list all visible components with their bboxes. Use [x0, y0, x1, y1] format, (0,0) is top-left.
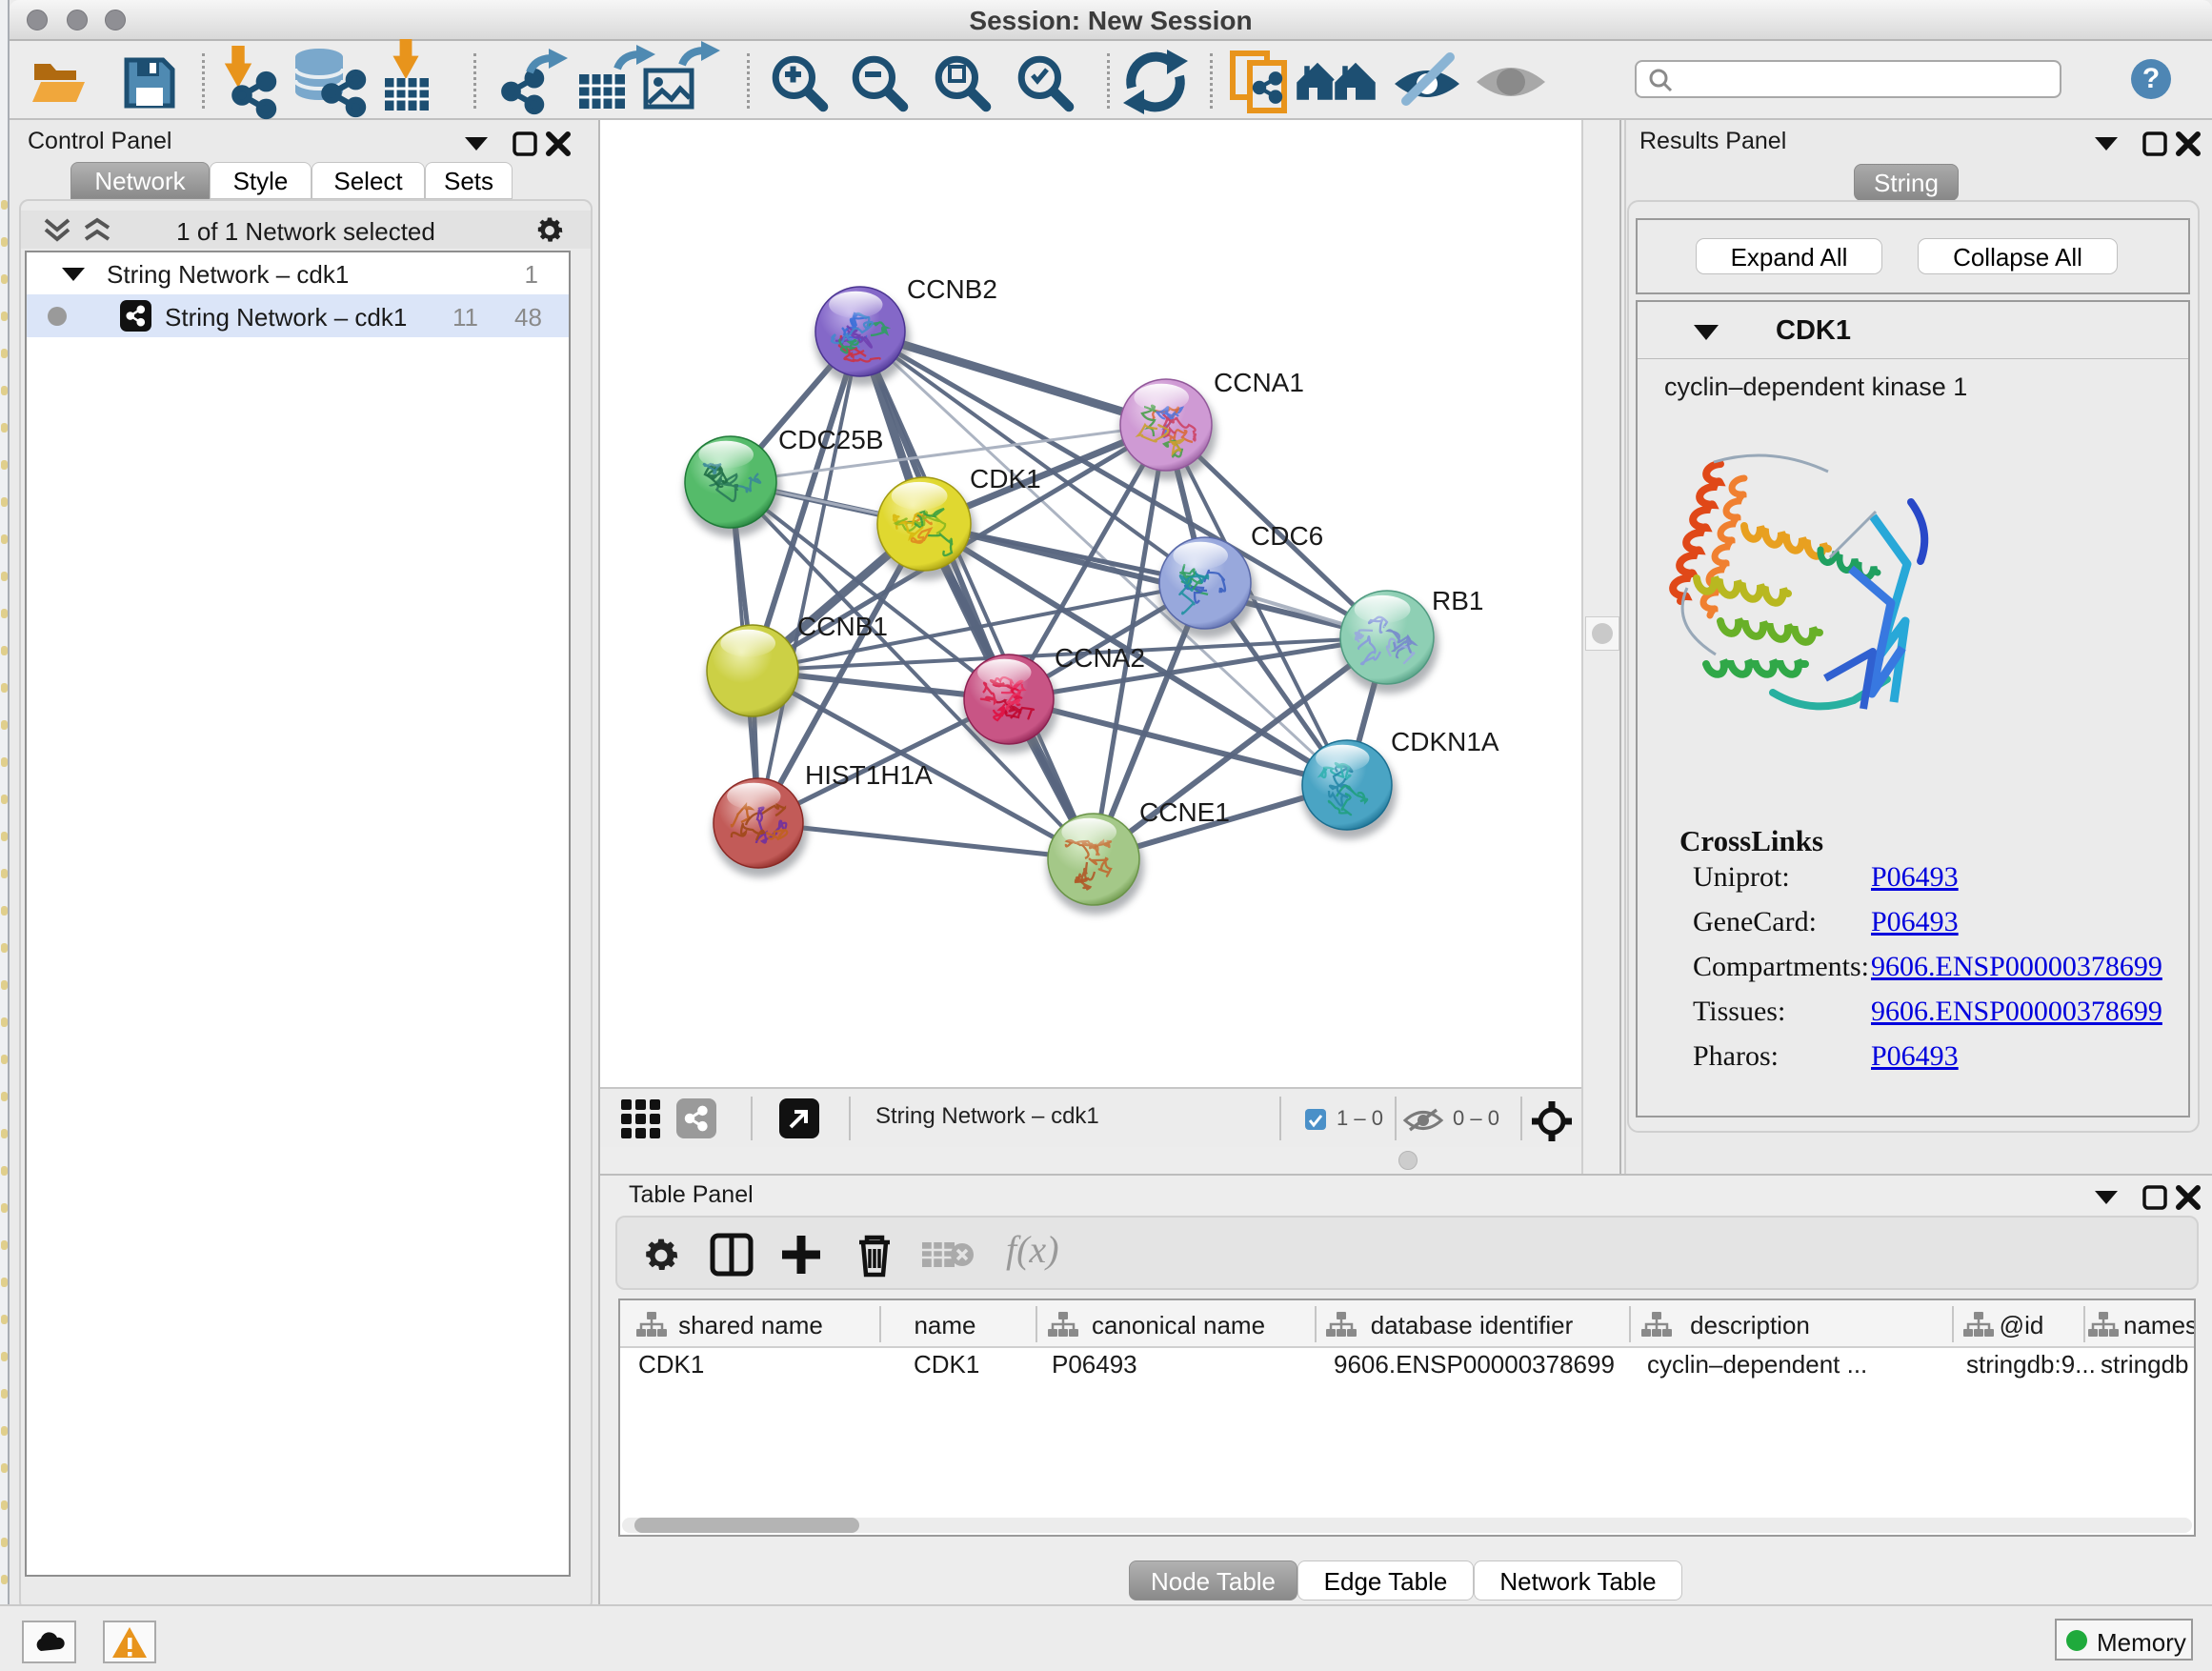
svg-text:CDC25B: CDC25B [778, 425, 883, 454]
svg-text:HIST1H1A: HIST1H1A [805, 760, 933, 790]
svg-text:CDC6: CDC6 [1251, 521, 1323, 551]
svg-text:CDK1: CDK1 [970, 464, 1041, 493]
svg-text:CCNB2: CCNB2 [907, 274, 997, 304]
svg-text:CCNA1: CCNA1 [1214, 368, 1304, 397]
svg-text:CDKN1A: CDKN1A [1391, 727, 1499, 756]
svg-text:CCNE1: CCNE1 [1139, 797, 1230, 827]
svg-text:RB1: RB1 [1432, 586, 1483, 615]
svg-text:CCNA2: CCNA2 [1055, 643, 1145, 673]
svg-text:CCNB1: CCNB1 [797, 612, 888, 641]
